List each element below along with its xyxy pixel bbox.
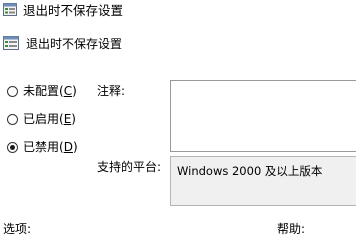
radio-button-checked[interactable] [7, 141, 18, 153]
platform-value: Windows 2000 及以上版本 [177, 164, 323, 178]
radio-button[interactable] [7, 113, 18, 125]
policy-settings-icon [3, 36, 19, 50]
policy-settings-icon [3, 3, 17, 16]
window-title: 退出时不保存设置 [23, 3, 124, 18]
radio-label: 未配置(C) [23, 84, 77, 98]
help-label: 帮助: [277, 222, 306, 236]
radio-disabled[interactable]: 已禁用(D) [7, 139, 78, 155]
platform-value-box: Windows 2000 及以上版本 [170, 156, 356, 206]
title-bar: 退出时不保存设置 [0, 0, 356, 22]
radio-label: 已启用(E) [23, 112, 76, 126]
comment-label: 注释: [97, 84, 126, 98]
options-label: 选项: [3, 222, 32, 236]
radio-enabled[interactable]: 已启用(E) [7, 111, 76, 127]
radio-button[interactable] [7, 85, 18, 97]
comment-textarea[interactable] [170, 80, 356, 152]
platform-label: 支持的平台: [97, 160, 162, 174]
radio-label: 已禁用(D) [23, 140, 78, 154]
radio-not-configured[interactable]: 未配置(C) [7, 83, 77, 99]
policy-title: 退出时不保存设置 [26, 37, 123, 51]
